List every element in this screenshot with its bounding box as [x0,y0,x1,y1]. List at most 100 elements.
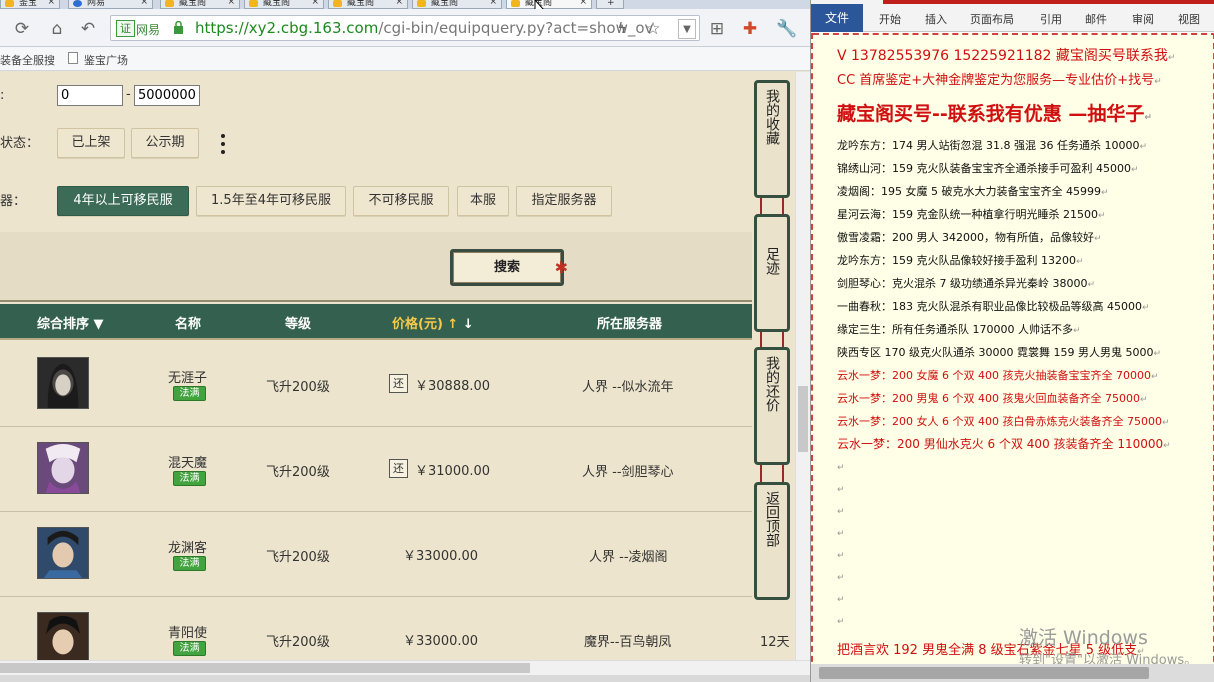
favorites-button[interactable]: 我的收藏 [754,80,790,198]
role-server: 人界 --似水流年 [582,380,674,395]
tools-icon[interactable]: 🔧 [776,19,797,39]
gamepad-icon[interactable]: ✚ [740,19,760,39]
server-4y-button[interactable]: 4年以上可移民服 [57,186,189,216]
role-name[interactable]: 龙渊客 [168,537,207,556]
more-options-icon[interactable] [219,131,227,161]
document-line: 云水一梦：200 女人 6 个双 400 孩白骨赤炼克火装备齐全 75000↵ [837,415,1170,428]
role-level: 飞升200级 [266,380,330,395]
paragraph-mark-icon: ↵ [1139,142,1148,152]
role-server: 魔界--百鸟朝凤 [584,635,672,650]
avatar [37,357,89,409]
browser-tab[interactable]: 藏宝阁 × [412,0,502,9]
favicon-icon [5,0,14,7]
my-bargain-button[interactable]: 我的还价 [754,347,790,465]
bargain-icon[interactable]: 还 [389,374,408,393]
close-icon[interactable]: × [47,0,55,7]
star-icon[interactable]: ☆ [643,19,663,39]
tab-review[interactable]: 审阅 [1132,11,1154,27]
status-badge: 法满 [173,386,206,401]
bookmark-item[interactable]: 装备全服搜 [0,52,55,68]
tab-insert[interactable]: 插入 [925,11,947,27]
reload-icon[interactable]: ⟳ [12,19,32,39]
server-no-migrate-button[interactable]: 不可移民服 [353,186,449,216]
browser-tab[interactable]: 藏宝阁 × [160,0,240,9]
browser-window: 鉴宝× 网易× 藏宝阁× 藏宝阁× 藏宝阁× 藏宝阁× 藏宝阁× + ⟳ ⌂ ↶… [0,0,810,682]
browser-tab[interactable]: 鉴宝 × [0,0,60,9]
tab-view[interactable]: 视图 [1178,11,1200,27]
paragraph-mark-icon: ↵ [1075,257,1084,267]
home-icon[interactable]: ⌂ [47,19,67,39]
table-row[interactable]: 无涯子 法满 飞升200级 还 ￥30888.00 人界 --似水流年 [0,342,752,427]
status-public-button[interactable]: 公示期 [131,128,199,158]
range-label-fragment: : [0,88,5,103]
tab-home[interactable]: 开始 [879,11,901,27]
document-line: 龙吟东方：159 克火队品像较好接手盈利 13200↵ [837,254,1084,267]
price-header[interactable]: 价格(元) ↑ ↓ [392,313,474,332]
tab-layout[interactable]: 页面布局 [970,11,1014,27]
bookmark-item[interactable]: 鉴宝广场 [84,52,128,68]
status-listed-button[interactable]: 已上架 [57,128,125,158]
role-name[interactable]: 无涯子 [168,367,207,386]
document-line: 剑胆琴心：克火混杀 7 级功绩通杀异光秦岭 38000↵ [837,277,1096,290]
table-row[interactable]: 青阳使 法满 飞升200级 ￥33000.00 魔界--百鸟朝凤 12天 [0,597,790,660]
search-button[interactable]: 搜索 ✱ [450,249,568,286]
lock-icon [174,21,183,34]
price-min-input[interactable] [57,85,123,106]
file-tab[interactable]: 文件 [811,4,863,32]
close-icon[interactable]: × [140,0,148,7]
role-level: 飞升200级 [266,550,330,565]
avatar [37,527,89,579]
close-icon[interactable]: × [227,0,235,7]
back-to-top-button[interactable]: 返回顶部 [754,482,790,600]
browser-tab[interactable]: 网易 × [68,0,153,9]
table-row[interactable]: 混天魔 法满 飞升200级 还 ￥31000.00 人界 --剑胆琴心 [0,427,752,512]
lightning-icon[interactable]: ϟ [612,19,632,39]
favicon-icon [333,0,342,7]
paragraph-mark-icon: ↵ [1072,326,1081,336]
undo-icon[interactable]: ↶ [78,19,98,39]
server-specific-button[interactable]: 指定服务器 [516,186,612,216]
tab-references[interactable]: 引用 [1040,11,1062,27]
document-line: 龙吟东方：174 男人站街忽混 31.8 强混 36 任务通杀 10000↵ [837,139,1148,152]
new-tab-button[interactable]: + [596,0,624,9]
role-price: ￥30888.00 [415,379,491,394]
footprint-button[interactable]: 足迹 [754,214,790,332]
vertical-scrollbar[interactable] [795,72,810,660]
table-row[interactable]: 龙渊客 法满 飞升200级 ￥33000.00 人界 --凌烟阁 [0,512,752,597]
browser-tab-active[interactable]: 藏宝阁× [506,0,592,9]
word-scroll-thumb[interactable] [819,667,1149,679]
server-local-button[interactable]: 本服 [457,186,509,216]
close-icon[interactable]: × [489,0,497,7]
dropdown-icon[interactable]: ▼ [678,19,696,39]
close-icon[interactable]: × [579,0,587,7]
server-1-5y-button[interactable]: 1.5年至4年可移民服 [196,186,346,216]
level-header: 等级 [285,317,312,332]
price-max-input[interactable] [134,85,200,106]
role-price: ￥33000.00 [403,549,479,564]
grid-icon[interactable]: ⊞ [707,19,727,39]
document-line: 星河云海：159 克金队统一种植拿行明光睡杀 21500↵ [837,208,1106,221]
paragraph-mark-icon: ↵ [1154,77,1162,87]
role-name[interactable]: 混天魔 [168,452,207,471]
sort-header[interactable]: 综合排序 ▼ [37,313,104,332]
paragraph-mark-icon: ↵ [837,529,845,539]
tab-mailings[interactable]: 邮件 [1085,11,1107,27]
bargain-icon[interactable]: 还 [389,459,408,478]
certificate-badge[interactable]: 证 [116,20,135,37]
role-name[interactable]: 青阳使 [168,622,207,641]
favicon-icon [511,0,520,7]
browser-tab[interactable]: 藏宝阁 × [244,0,324,9]
document-line: 陕西专区 170 级克火队通杀 30000 霓裳舞 159 男人男鬼 5000↵ [837,346,1161,359]
panel-connector [760,465,784,483]
horizontal-scroll-thumb[interactable] [0,663,530,673]
url-text[interactable]: https://xy2.cbg.163.com/cgi-bin/equipque… [195,19,653,37]
name-header: 名称 [175,317,202,332]
browser-tab[interactable]: 藏宝阁 × [328,0,408,9]
close-icon[interactable]: × [395,0,403,7]
close-icon[interactable]: × [311,0,319,7]
document-page[interactable]: V 13782553976 15225921182 藏宝阁买号联系我↵ CC 首席… [811,33,1214,682]
document-line: 云水一梦：200 男仙水克火 6 个双 400 孩装备齐全 110000↵ [837,437,1171,451]
vertical-scroll-thumb[interactable] [798,386,808,452]
arrow-up-icon[interactable]: ↑ [447,317,458,332]
arrow-down-icon[interactable]: ↓ [463,317,474,332]
